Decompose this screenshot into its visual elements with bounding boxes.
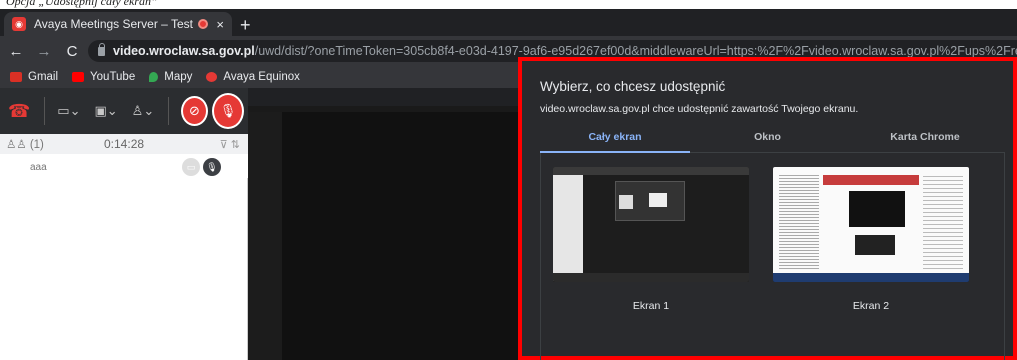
participants-options-button[interactable]: ♙⌄ <box>132 103 155 119</box>
meeting-timer: 0:14:28 <box>104 137 145 151</box>
share-tabs: Cały ekran Okno Karta Chrome <box>540 127 1005 153</box>
participants-count: ♙♙ (1) <box>6 139 44 151</box>
video-area <box>248 112 518 360</box>
thumb-window <box>619 195 633 209</box>
tab-window[interactable]: Okno <box>690 127 845 153</box>
dialog-subtitle: video.wroclaw.sa.gov.pl chce udostępnić … <box>540 103 859 115</box>
thumb-window <box>649 193 667 207</box>
thumb-browser-bar <box>553 167 749 175</box>
thumb-sidebar <box>553 175 583 281</box>
youtube-icon <box>72 72 85 82</box>
bookmark-avaya-equinox[interactable]: Avaya Equinox <box>206 71 300 83</box>
tab-entire-screen[interactable]: Cały ekran <box>540 127 690 153</box>
video-side-panel <box>248 112 282 360</box>
bookmark-label: Gmail <box>28 71 59 83</box>
avaya-favicon-icon: ◉ <box>12 17 26 31</box>
screen-1-label: Ekran 1 <box>632 300 670 312</box>
participant-name: aaa <box>30 161 47 173</box>
meeting-toolbar: ☎ ▭⌄ ▣⌄ ♙⌄ ⊘ 🎙 <box>0 88 248 134</box>
screen-option-2[interactable]: Ekran 2 <box>773 167 969 312</box>
tab-chrome-tab[interactable]: Karta Chrome <box>845 127 1005 153</box>
participant-mic-icon: 🎙 <box>203 158 221 176</box>
participants-header: ♙♙ (1) 0:14:28 ⊽ ⇅ <box>0 134 248 154</box>
bookmark-label: YouTube <box>90 71 136 83</box>
mic-muted-button[interactable]: 🎙 <box>211 93 244 129</box>
camera-off-button[interactable]: ⊘ <box>181 96 208 126</box>
hang-up-button[interactable]: ☎ <box>8 101 30 122</box>
recording-indicator-icon <box>198 19 209 29</box>
thumb-text-column <box>779 173 819 269</box>
participants-list <box>0 178 248 360</box>
url-path: /uwd/dist/?oneTimeToken=305cb8f4-e03d-41… <box>254 44 1017 58</box>
tab-close-icon[interactable]: × <box>216 17 224 32</box>
thumb-header <box>823 175 919 185</box>
url-text: video.wroclaw.sa.gov.pl/uwd/dist/?oneTim… <box>113 44 1017 58</box>
video-header <box>248 88 518 106</box>
caption-text: Opcja „Udostępnij cały ekran” <box>6 0 158 8</box>
thumb-image <box>855 235 895 255</box>
forward-button[interactable]: → <box>32 43 56 60</box>
toolbar-divider <box>44 97 46 125</box>
screen-2-thumbnail <box>773 167 969 282</box>
tab-title: Avaya Meetings Server – Test <box>34 17 193 31</box>
bookmark-youtube[interactable]: YouTube <box>72 71 135 83</box>
thumb-taskbar <box>773 273 969 282</box>
screen-1-thumbnail <box>553 167 749 282</box>
thumb-text-column <box>923 173 963 269</box>
browser-tab[interactable]: ◉ Avaya Meetings Server – Test × <box>4 12 232 36</box>
avaya-equinox-icon <box>206 72 218 82</box>
screen-share-options-button[interactable]: ▣⌄ <box>94 103 117 119</box>
screen-list: Ekran 1 Ekran 2 <box>540 153 1005 360</box>
browser-tab-strip: ◉ Avaya Meetings Server – Test × + <box>0 9 1017 36</box>
map-pin-icon <box>149 72 159 82</box>
new-tab-button[interactable]: + <box>240 16 251 34</box>
back-button[interactable]: ← <box>4 43 28 60</box>
bookmark-gmail[interactable]: Gmail <box>10 71 58 83</box>
reload-button[interactable]: C <box>60 43 84 60</box>
bookmark-label: Avaya Equinox <box>223 71 300 83</box>
gmail-icon <box>10 72 22 82</box>
lock-icon[interactable] <box>98 42 106 56</box>
participant-row[interactable]: aaa ▭ 🎙 <box>0 156 248 178</box>
camera-options-button[interactable]: ▭⌄ <box>57 103 80 119</box>
caption: Opcja „Udostępnij cały ekran” <box>0 0 1017 9</box>
share-screen-dialog: Wybierz, co chcesz udostępnić video.wroc… <box>518 57 1017 360</box>
thumb-taskbar <box>553 273 749 282</box>
thumb-image <box>849 191 905 227</box>
screen-2-label: Ekran 2 <box>852 300 890 312</box>
filter-sort-icon[interactable]: ⊽ ⇅ <box>220 138 240 151</box>
participants-count-value: (1) <box>29 139 44 151</box>
screen-option-1[interactable]: Ekran 1 <box>553 167 749 312</box>
bookmark-label: Mapy <box>164 71 193 83</box>
url-host: video.wroclaw.sa.gov.pl <box>113 44 255 58</box>
participant-camera-icon: ▭ <box>182 158 200 176</box>
bookmark-mapy[interactable]: Mapy <box>149 71 192 83</box>
toolbar-divider <box>168 97 170 125</box>
dialog-title: Wybierz, co chcesz udostępnić <box>540 79 726 94</box>
